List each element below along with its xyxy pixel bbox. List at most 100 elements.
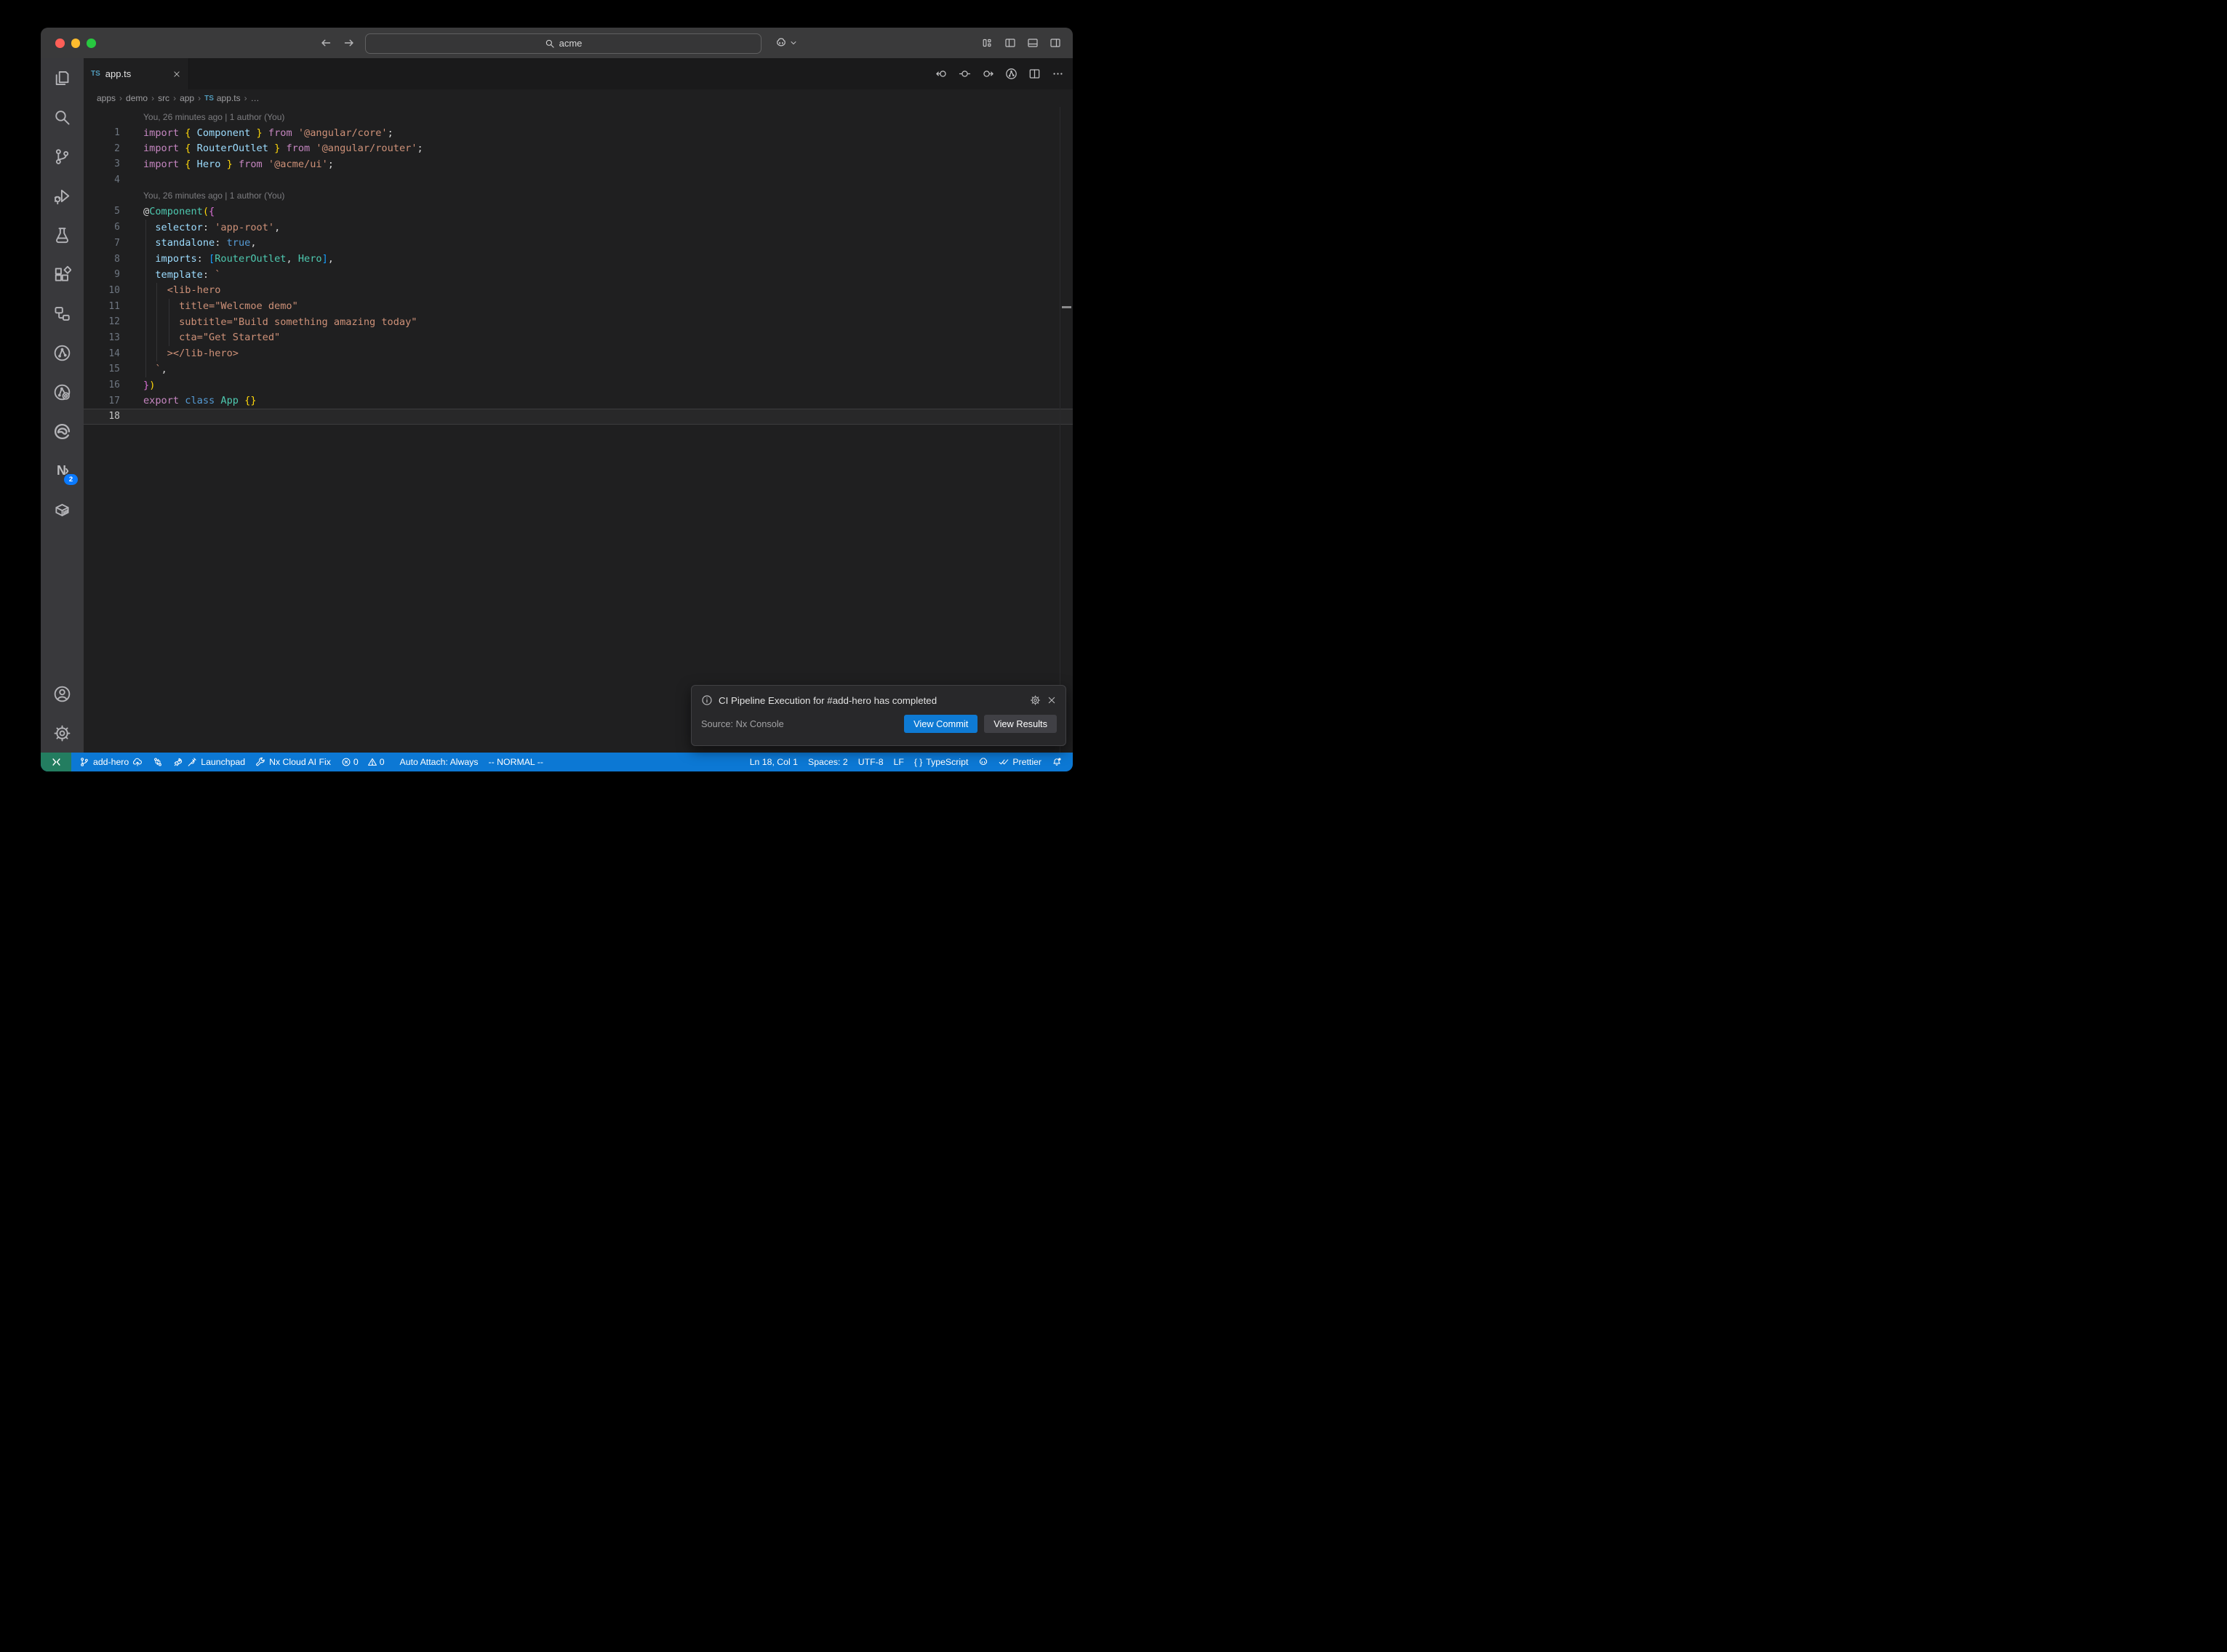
line-number[interactable]: 15 (84, 364, 120, 374)
history-forward-icon[interactable] (343, 37, 355, 49)
breadcrumb-item-app[interactable]: app (180, 93, 194, 103)
code-line[interactable]: 14 ></lib-hero> (84, 345, 1073, 361)
line-number[interactable]: 3 (84, 159, 120, 169)
layout-sidebar-icon[interactable] (1004, 37, 1016, 49)
remote-icon (51, 757, 62, 768)
line-number[interactable]: 2 (84, 143, 120, 154)
graph-circle-icon[interactable] (1005, 68, 1017, 80)
breadcrumb-item-app.ts[interactable]: TSapp.ts (204, 93, 240, 103)
nav-back-circle-icon[interactable] (935, 68, 948, 80)
status-item-launchpad[interactable]: Launchpad (168, 753, 250, 771)
status-item-nx-cloud-ai-fix[interactable]: Nx Cloud AI Fix (250, 753, 336, 771)
sidebar-item-nx-console[interactable] (41, 333, 84, 372)
layout-sidebar-right-icon[interactable] (1049, 37, 1061, 49)
line-number[interactable]: 4 (84, 175, 120, 185)
code-line[interactable]: 7 standalone: true, (84, 236, 1073, 252)
notification-settings-icon[interactable] (1030, 695, 1041, 706)
sidebar-item-source-control[interactable] (41, 137, 84, 176)
status-item-auto-attach[interactable]: Auto Attach: Always (395, 753, 484, 771)
sidebar-item-nx[interactable]: N›2 (41, 451, 84, 490)
code-line[interactable]: 5@Component({ (84, 204, 1073, 220)
line-number[interactable]: 18 (84, 411, 120, 422)
layout-customize-icon[interactable] (981, 37, 993, 49)
line-number[interactable]: 16 (84, 380, 120, 390)
status-item-copilot[interactable] (973, 753, 993, 771)
status-item-language[interactable]: { }TypeScript (909, 753, 973, 771)
code-line[interactable]: 18 (84, 409, 1073, 425)
sidebar-item-accounts[interactable] (41, 674, 84, 713)
line-number[interactable]: 6 (84, 222, 120, 233)
status-item-cursor-position[interactable]: Ln 18, Col 1 (745, 753, 803, 771)
minimize-window-button[interactable] (71, 39, 81, 48)
command-center-search[interactable]: acme (365, 33, 761, 54)
breadcrumb-item-apps[interactable]: apps (97, 93, 116, 103)
code-line[interactable]: 16}) (84, 377, 1073, 393)
notification-close-icon[interactable] (1047, 695, 1057, 705)
line-number[interactable]: 17 (84, 396, 120, 406)
code-line[interactable]: 12 subtitle="Build something amazing tod… (84, 314, 1073, 330)
line-number[interactable]: 8 (84, 254, 120, 265)
line-number[interactable]: 5 (84, 206, 120, 217)
code-editor[interactable]: You, 26 minutes ago | 1 author (You)1imp… (84, 107, 1073, 753)
code-line[interactable]: 10 <lib-hero (84, 283, 1073, 299)
sidebar-item-extensions[interactable] (41, 254, 84, 294)
status-item-encoding[interactable]: UTF-8 (853, 753, 889, 771)
code-line[interactable]: 8 imports: [RouterOutlet, Hero], (84, 251, 1073, 267)
sidebar-item-explorer[interactable] (41, 58, 84, 97)
line-number[interactable]: 14 (84, 348, 120, 359)
code-line[interactable]: 9 template: ` (84, 267, 1073, 283)
line-number[interactable]: 9 (84, 269, 120, 280)
wrench-icon (255, 757, 265, 767)
code-line[interactable]: 11 title="Welcmoe demo" (84, 298, 1073, 314)
line-number[interactable]: 11 (84, 301, 120, 312)
code-line[interactable]: 6 selector: 'app-root', (84, 220, 1073, 236)
sidebar-item-edge-tools[interactable] (41, 412, 84, 451)
code-line[interactable]: 13 cta="Get Started" (84, 330, 1073, 346)
remote-indicator[interactable] (41, 753, 71, 771)
close-tab-icon[interactable] (172, 70, 181, 79)
code-line[interactable]: 17export class App {} (84, 393, 1073, 409)
sidebar-item-project-graph[interactable] (41, 294, 84, 333)
sidebar-item-containers[interactable] (41, 490, 84, 529)
line-number[interactable]: 12 (84, 316, 120, 327)
status-item-vim-mode[interactable]: -- NORMAL -- (484, 753, 548, 771)
compare-circle-icon[interactable] (959, 68, 971, 80)
line-number[interactable]: 10 (84, 285, 120, 296)
view-commit-button[interactable]: View Commit (904, 715, 977, 733)
view-results-button[interactable]: View Results (984, 715, 1057, 733)
line-number[interactable]: 7 (84, 238, 120, 249)
status-item-indentation[interactable]: Spaces: 2 (803, 753, 853, 771)
chevron-down-icon[interactable] (789, 39, 798, 47)
editor-scrollbar[interactable] (1060, 107, 1073, 753)
copilot-icon[interactable] (774, 36, 788, 50)
sidebar-item-settings[interactable] (41, 713, 84, 753)
nav-forward-circle-icon[interactable] (982, 68, 994, 80)
tab-app-ts[interactable]: TS app.ts (84, 58, 189, 89)
code-line[interactable]: 4 (84, 172, 1073, 188)
status-item-formatter[interactable]: Prettier (993, 753, 1047, 771)
line-number[interactable]: 1 (84, 127, 120, 138)
sidebar-item-run-debug[interactable] (41, 176, 84, 215)
line-number[interactable]: 13 (84, 332, 120, 343)
code-line[interactable]: 1import { Component } from '@angular/cor… (84, 125, 1073, 141)
close-window-button[interactable] (55, 39, 65, 48)
sidebar-item-testing[interactable] (41, 215, 84, 254)
status-item-problems[interactable]: 00 (336, 753, 395, 771)
status-item-eol[interactable]: LF (889, 753, 909, 771)
layout-panel-icon[interactable] (1026, 37, 1039, 49)
code-line[interactable]: 2import { RouterOutlet } from '@angular/… (84, 140, 1073, 156)
split-editor-icon[interactable] (1028, 68, 1041, 80)
sidebar-item-search[interactable] (41, 97, 84, 137)
zoom-window-button[interactable] (87, 39, 96, 48)
breadcrumb-item-…[interactable]: … (251, 93, 260, 103)
breadcrumb-item-demo[interactable]: demo (126, 93, 148, 103)
more-icon[interactable] (1052, 68, 1064, 80)
breadcrumb-item-src[interactable]: src (158, 93, 169, 103)
code-line[interactable]: 3import { Hero } from '@acme/ui'; (84, 156, 1073, 172)
status-item-notifications[interactable] (1047, 753, 1067, 771)
status-item-compare-changes[interactable] (148, 753, 168, 771)
status-item-branch[interactable]: add-hero (74, 753, 148, 771)
history-back-icon[interactable] (320, 37, 332, 49)
sidebar-item-graph-search[interactable] (41, 372, 84, 412)
code-line[interactable]: 15 `, (84, 361, 1073, 377)
